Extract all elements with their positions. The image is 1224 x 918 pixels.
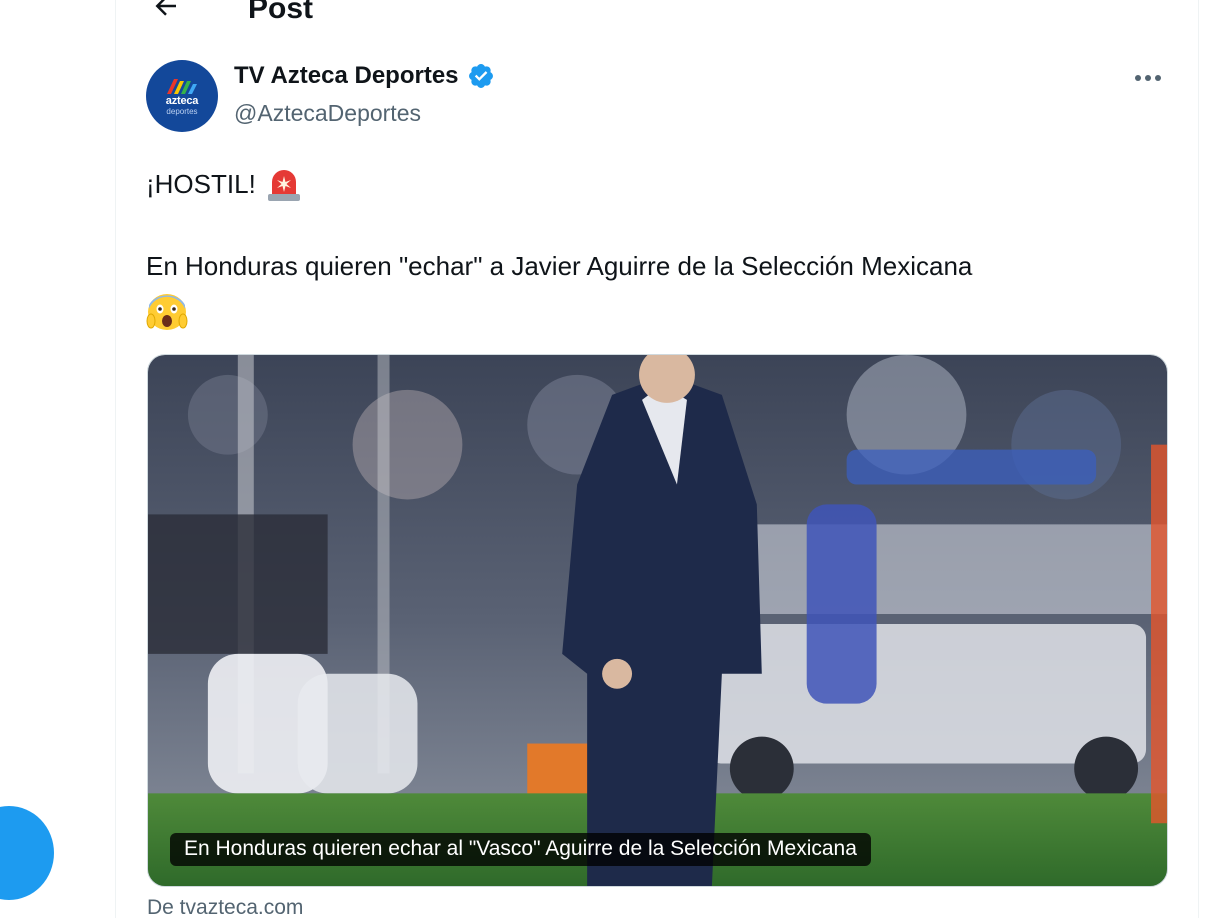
azteca-logo-icon [167, 78, 197, 94]
avatar-logo-text: azteca [165, 94, 199, 107]
tweet-text-line-1: ¡HOSTIL! [146, 164, 304, 204]
police-light-emoji [267, 170, 300, 201]
avatar-logo-subtext: deportes [166, 106, 198, 116]
verified-badge-icon [468, 64, 493, 88]
card-image [148, 355, 1167, 886]
back-button[interactable] [146, 0, 186, 26]
avatar[interactable]: azteca deportes [146, 60, 218, 132]
page: Post azteca deportes TV Azteca Deportes … [0, 0, 1224, 918]
top-bar: Post [116, 0, 1198, 34]
card-source-link[interactable]: De tvazteca.com [147, 896, 303, 918]
author-name[interactable]: TV Azteca Deportes [234, 62, 495, 90]
link-card[interactable]: En Honduras quieren echar al "Vasco" Agu… [147, 354, 1168, 887]
compose-post-button[interactable] [0, 806, 54, 900]
post-column: Post azteca deportes TV Azteca Deportes … [115, 0, 1199, 918]
screaming-face-emoji [146, 294, 188, 330]
left-rail [0, 0, 115, 918]
tweet-headline: ¡HOSTIL! [146, 168, 256, 199]
more-options-button[interactable] [1128, 64, 1168, 92]
tweet-text-line-2: En Honduras quieren "echar" a Javier Agu… [146, 251, 973, 281]
page-title: Post [248, 0, 314, 25]
author-name-text: TV Azteca Deportes [234, 62, 459, 89]
arrow-left-icon [155, 0, 176, 16]
card-caption: En Honduras quieren echar al "Vasco" Agu… [170, 833, 871, 866]
more-horizontal-icon [1135, 75, 1161, 81]
author-handle[interactable]: @AztecaDeportes [234, 100, 421, 127]
